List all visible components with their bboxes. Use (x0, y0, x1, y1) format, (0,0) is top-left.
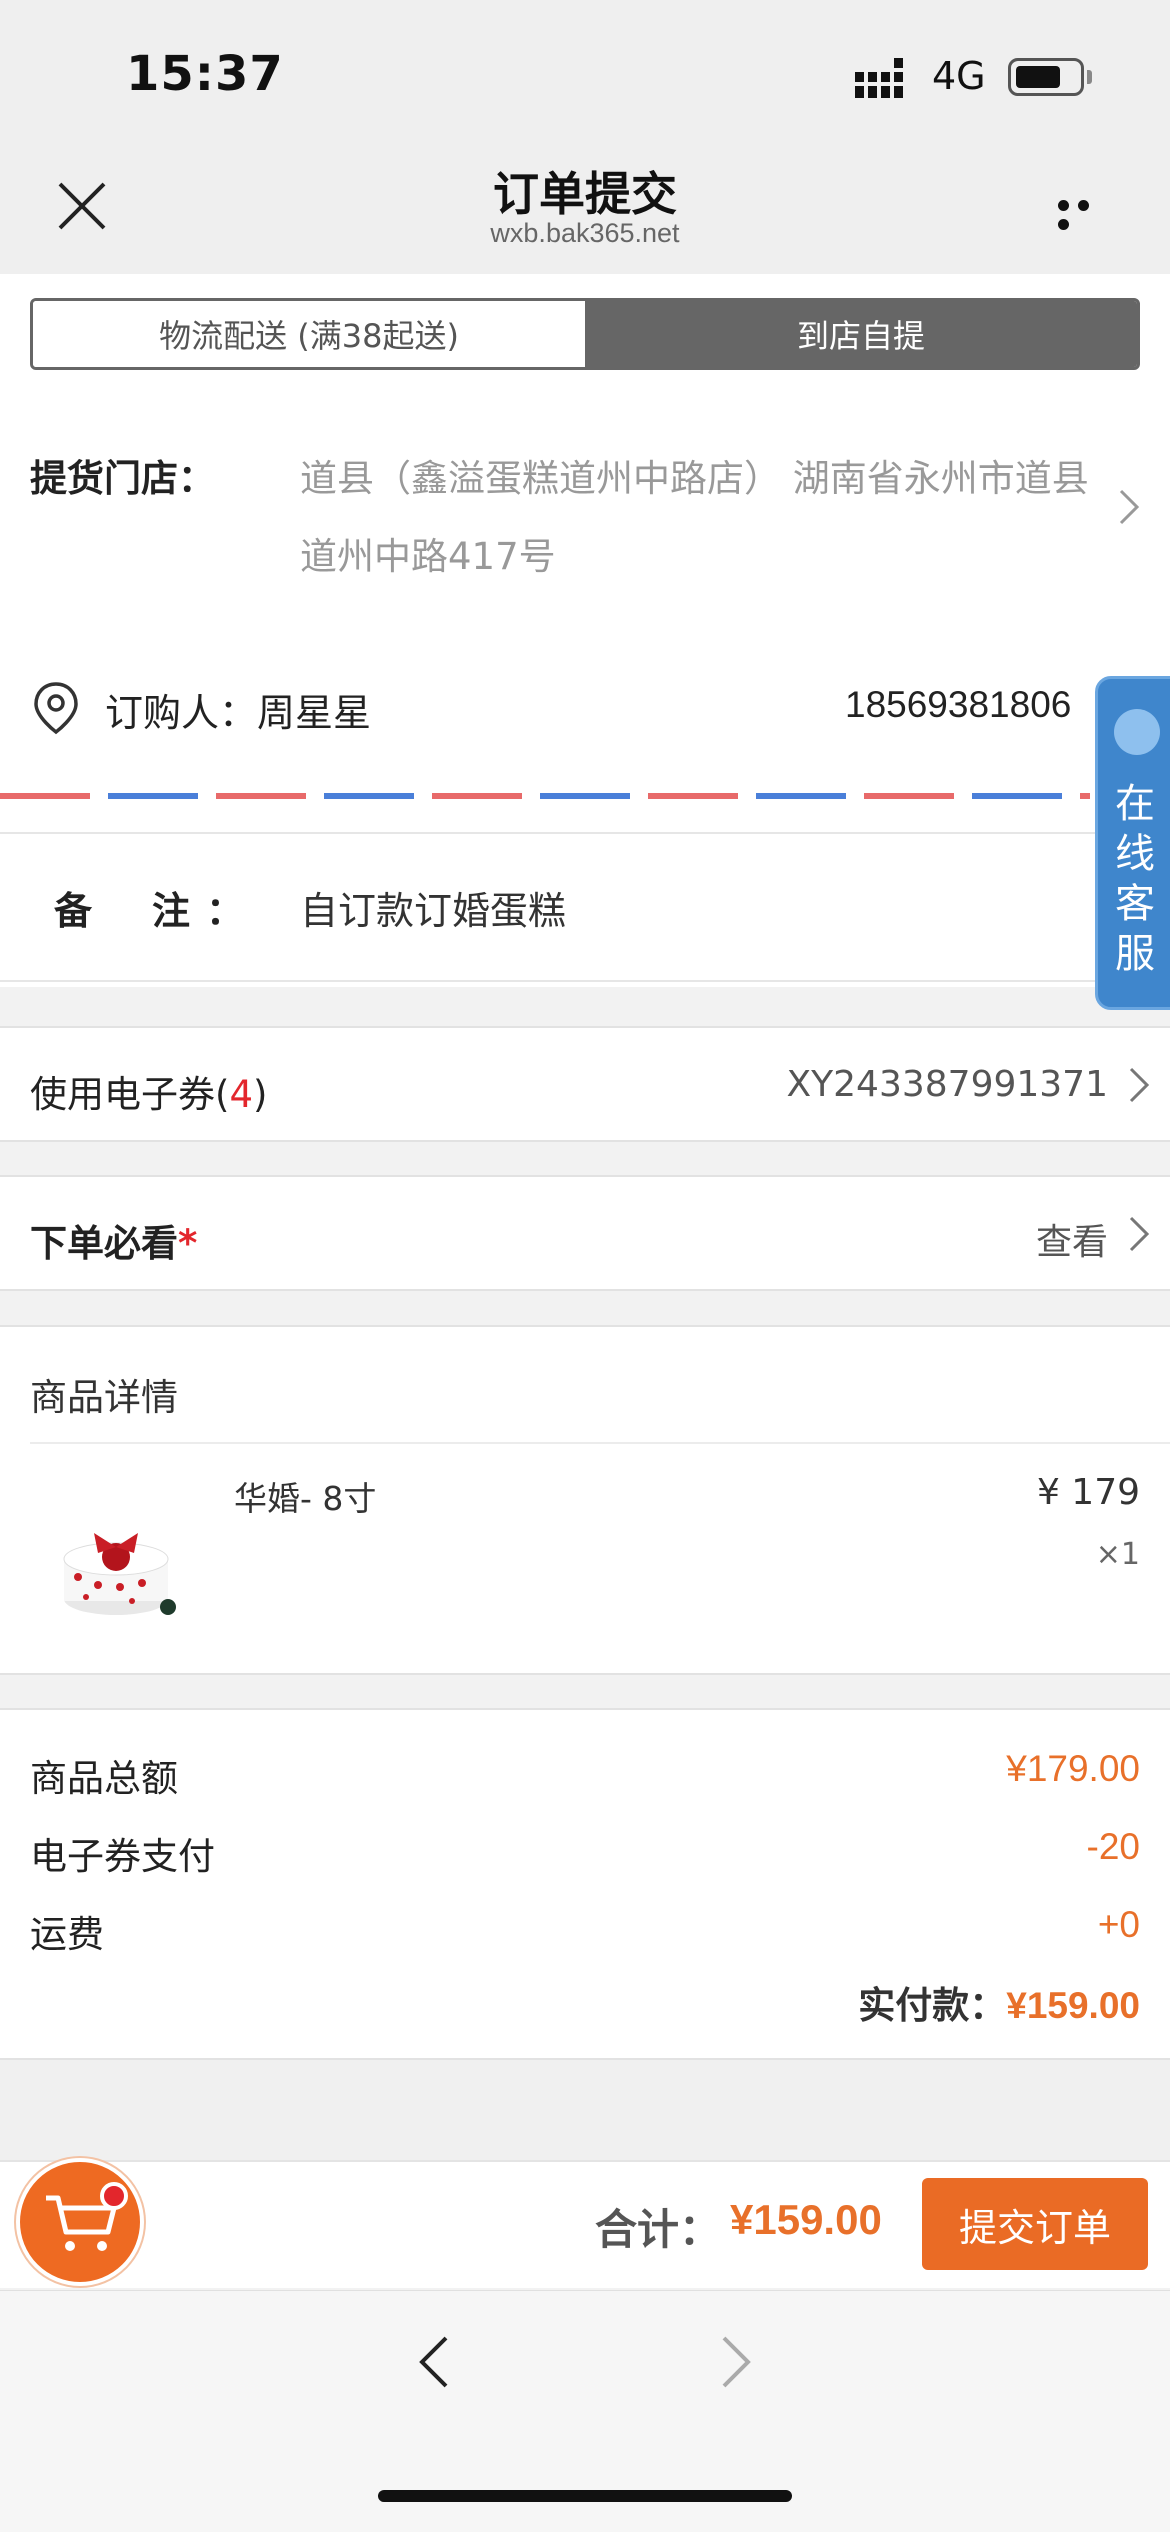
location-pin-icon (34, 682, 78, 735)
delivery-mode-toggle: 物流配送 (满38起送) 到店自提 (30, 298, 1140, 370)
shipping-label: 运费 (30, 1913, 104, 1956)
goods-price: ¥ 179 (1036, 1472, 1140, 1513)
cellular-signal-icon (855, 58, 903, 98)
must-read-row[interactable]: 下单必看* 查看 (0, 1175, 1170, 1291)
pickup-option[interactable]: 到店自提 (585, 301, 1137, 367)
page-title: 订单提交 (493, 167, 677, 221)
divider (0, 832, 1170, 834)
network-type: 4G (932, 54, 986, 98)
submit-order-button[interactable]: 提交订单 (922, 2178, 1148, 2270)
more-icon[interactable] (1058, 196, 1114, 230)
must-read-text: 下单必看 (30, 1222, 178, 1265)
coupon-label-text: 使用电子券( (30, 1073, 230, 1116)
goods-title: 商品详情 (30, 1376, 178, 1419)
chevron-right-icon (1129, 1067, 1150, 1103)
remark-input[interactable]: 自订款订婚蛋糕 (300, 880, 566, 935)
page-spacer (0, 2060, 1170, 2160)
sum-amount: ¥159.00 (730, 2196, 882, 2243)
coupon-code: XY243387991371 (786, 1064, 1108, 1105)
cake-image[interactable] (58, 1507, 178, 1627)
home-indicator[interactable] (378, 2490, 792, 2502)
store-address[interactable]: 道县（鑫溢蛋糕道州中路店） 湖南省永州市道县道州中路417号 (300, 440, 1110, 596)
cart-button[interactable] (16, 2158, 144, 2286)
buyer-phone: 18569381806 (845, 684, 1072, 725)
remark-colon: ： (206, 889, 245, 933)
online-service-button[interactable]: 在线客服 (1095, 676, 1170, 1010)
must-read-label: 下单必看* (30, 1213, 197, 1267)
paid-label: 实付款： (858, 1984, 1007, 2027)
required-mark: * (178, 1222, 198, 1265)
chevron-right-icon[interactable] (1118, 488, 1140, 526)
divider (0, 980, 1170, 982)
page-domain: wxb.bak365.net (490, 218, 680, 248)
airmail-divider (0, 793, 1090, 799)
goods-quantity: ×1 (1095, 1537, 1140, 1572)
coupon-pay-label: 电子券支付 (30, 1835, 215, 1878)
subtotal-value: ¥179.00 (1006, 1748, 1140, 1789)
goods-name: 华婚- 8寸 (234, 1479, 377, 1518)
online-service-label: 在线客服 (1115, 781, 1155, 977)
sum-label: 合计： (595, 2205, 722, 2254)
store-label: 提货门店： (30, 457, 215, 500)
cart-badge (100, 2182, 128, 2210)
must-read-view: 查看 (1035, 1222, 1108, 1263)
forward-arrow-icon[interactable] (716, 2332, 756, 2392)
buyer-name: 周星星 (257, 691, 372, 735)
delivery-option[interactable]: 物流配送 (满38起送) (33, 301, 585, 367)
shipping-value: +0 (1097, 1904, 1140, 1945)
back-arrow-icon[interactable] (414, 2332, 454, 2392)
service-avatar-icon (1114, 709, 1160, 755)
buyer-label: 订购人： (105, 691, 258, 735)
coupon-label-end: ) (252, 1073, 268, 1116)
coupon-label: 使用电子券(4) (30, 1064, 267, 1118)
coupon-pay-value: -20 (1086, 1826, 1140, 1867)
paid-value: ¥159.00 (1006, 1985, 1140, 2026)
order-totals: 商品总额 ¥179.00 电子券支付 -20 运费 +0 实付款：¥159.00 (0, 1708, 1170, 2060)
chevron-right-icon (1129, 1216, 1150, 1252)
coupon-count: 4 (229, 1073, 253, 1116)
subtotal-label: 商品总额 (30, 1757, 178, 1800)
coupon-row[interactable]: 使用电子券(4) XY243387991371 (0, 1026, 1170, 1142)
paid-amount: 实付款：¥159.00 (858, 1975, 1140, 2029)
battery-tip (1087, 70, 1092, 84)
status-time: 15:37 (126, 46, 284, 102)
buyer-info: 订购人：周星星 (105, 682, 371, 737)
divider (30, 1442, 1170, 1444)
goods-details: 商品详情 华婚- 8寸 ¥ 179 ×1 (0, 1325, 1170, 1675)
battery-icon (1008, 58, 1084, 96)
